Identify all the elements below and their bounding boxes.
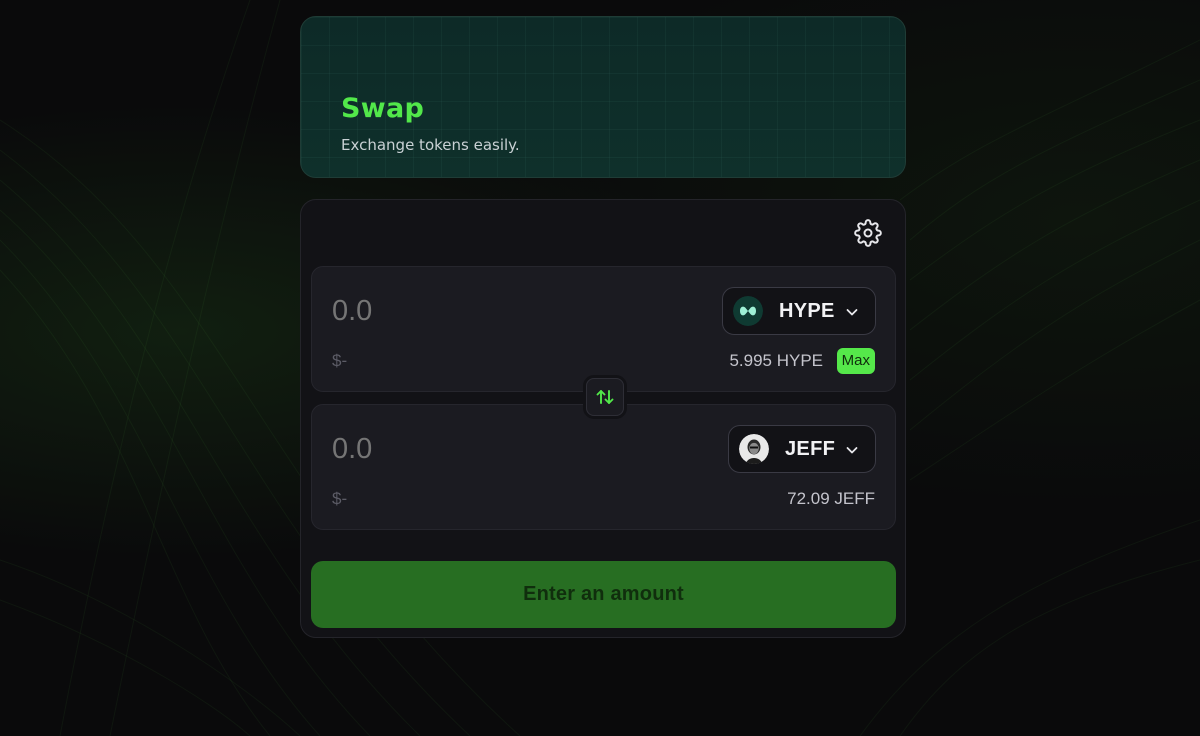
from-token-symbol: HYPE (779, 300, 835, 322)
from-usd-value: $- (332, 351, 348, 370)
from-token-balance: 5.995 HYPE (729, 351, 823, 370)
page-title: Swap (341, 93, 425, 124)
swap-arrows-icon (596, 390, 614, 404)
enter-amount-button[interactable]: Enter an amount (311, 561, 896, 628)
swap-panel: $- HYPE 5.995 HYPE Max $- (300, 199, 906, 638)
from-token-selector[interactable]: HYPE (722, 287, 876, 335)
switch-tokens-button[interactable] (583, 375, 627, 419)
settings-gear-icon[interactable] (854, 219, 882, 247)
swap-hero-card: Swap Exchange tokens easily. (300, 16, 906, 178)
to-token-balance: 72.09 JEFF (787, 489, 875, 508)
to-token-symbol: JEFF (785, 438, 836, 460)
to-usd-value: $- (332, 489, 348, 508)
chevron-down-icon (845, 443, 859, 457)
to-token-selector[interactable]: JEFF (728, 425, 876, 473)
to-amount-input[interactable] (332, 433, 632, 466)
chevron-down-icon (845, 305, 859, 319)
from-amount-input[interactable] (332, 295, 632, 328)
max-button[interactable]: Max (836, 348, 875, 374)
hype-token-icon (733, 296, 763, 326)
page-subtitle: Exchange tokens easily. (341, 136, 520, 154)
from-token-field: $- HYPE 5.995 HYPE Max (311, 266, 896, 392)
jeff-token-avatar (739, 434, 769, 464)
to-token-field: $- JEFF 72.09 JEFF (311, 404, 896, 530)
